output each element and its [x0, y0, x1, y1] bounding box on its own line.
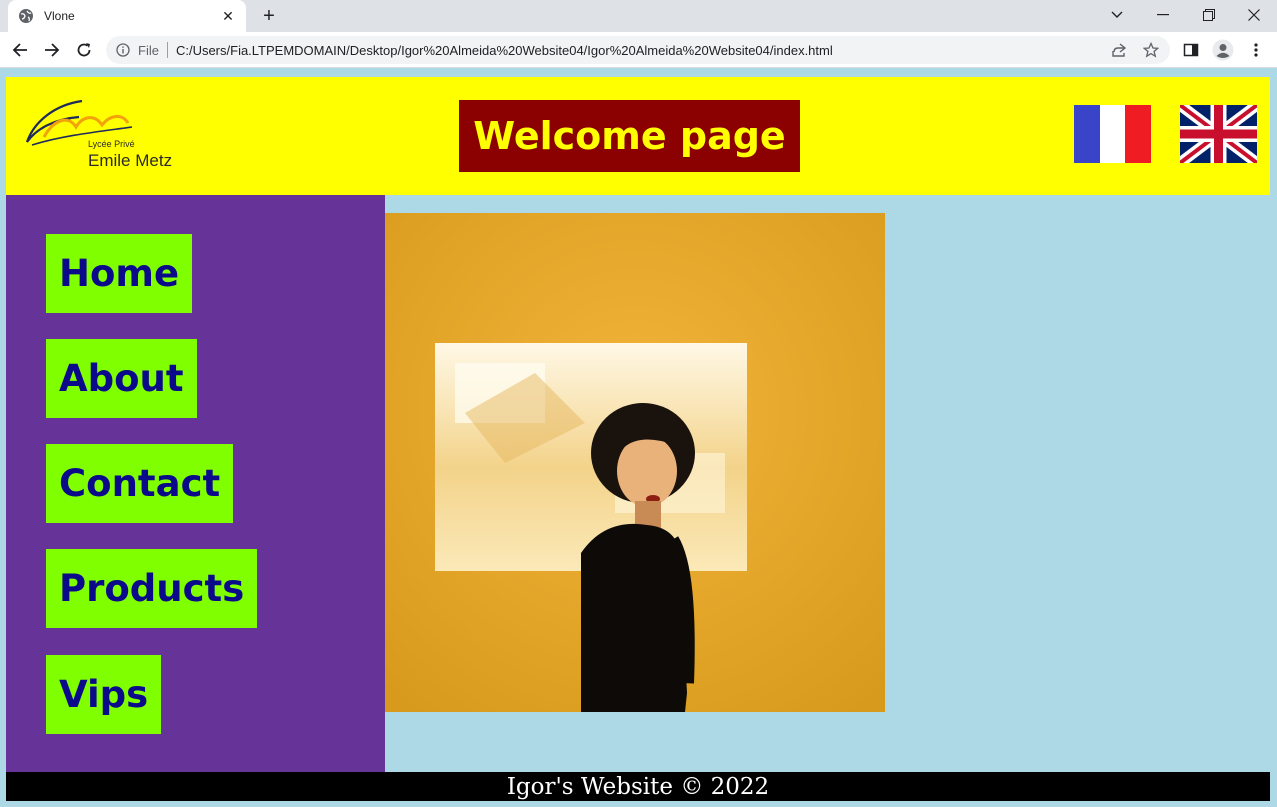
- tab-search-icon[interactable]: [1094, 0, 1140, 30]
- site-header: Lycée Privé Emile Metz Welcome page: [6, 77, 1270, 195]
- browser-tab-bar: Vlone ✕ +: [0, 0, 1277, 32]
- sidebar-nav: Home About Contact Products Vips: [6, 195, 385, 772]
- side-panel-icon[interactable]: [1177, 36, 1205, 64]
- school-logo[interactable]: Lycée Privé Emile Metz: [24, 97, 184, 172]
- globe-icon: [18, 8, 34, 24]
- reload-icon[interactable]: [70, 36, 98, 64]
- nav-products-link[interactable]: Products: [46, 549, 258, 628]
- address-separator: [166, 42, 168, 58]
- browser-tab[interactable]: Vlone ✕: [8, 0, 246, 32]
- nav-home-link[interactable]: Home: [46, 234, 193, 313]
- nav-about-link[interactable]: About: [46, 339, 197, 418]
- forward-arrow-icon[interactable]: [38, 36, 66, 64]
- french-flag-icon[interactable]: [1074, 105, 1151, 163]
- share-icon[interactable]: [1106, 36, 1132, 64]
- tab-title: Vlone: [44, 9, 75, 23]
- bookmark-star-icon[interactable]: [1138, 36, 1164, 64]
- close-window-icon[interactable]: [1231, 0, 1277, 30]
- menu-dots-icon[interactable]: [1242, 36, 1270, 64]
- uk-flag-icon[interactable]: [1176, 100, 1261, 168]
- logo-line1: Lycée Privé: [88, 139, 135, 149]
- site-footer: Igor's Website © 2022: [6, 772, 1270, 801]
- nav-vips-link[interactable]: Vips: [46, 655, 162, 734]
- close-tab-icon[interactable]: ✕: [220, 8, 236, 25]
- nav-contact-link[interactable]: Contact: [46, 444, 234, 523]
- browser-toolbar: File C:/Users/Fia.LTPEMDOMAIN/Desktop/Ig…: [0, 32, 1277, 68]
- new-tab-button[interactable]: +: [257, 4, 281, 28]
- profile-avatar-icon[interactable]: [1209, 36, 1237, 64]
- url-text[interactable]: C:/Users/Fia.LTPEMDOMAIN/Desktop/Igor%20…: [176, 43, 1170, 58]
- info-icon[interactable]: [116, 42, 132, 58]
- scheme-label: File: [138, 42, 159, 58]
- main-photo: [385, 213, 885, 712]
- restore-icon[interactable]: [1186, 0, 1232, 30]
- minimize-icon[interactable]: [1140, 0, 1186, 30]
- back-arrow-icon[interactable]: [6, 36, 34, 64]
- logo-line2: Emile Metz: [88, 151, 172, 170]
- address-bar[interactable]: File C:/Users/Fia.LTPEMDOMAIN/Desktop/Ig…: [106, 36, 1170, 64]
- page-title: Welcome page: [459, 100, 800, 172]
